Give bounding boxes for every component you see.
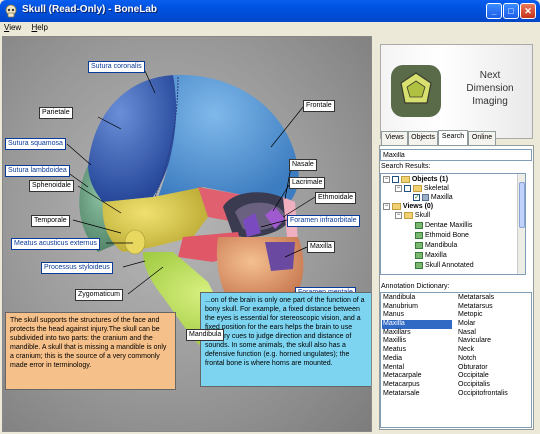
label-frontale[interactable]: Frontale: [303, 100, 335, 112]
label-maxilla[interactable]: Maxilla: [307, 241, 335, 253]
dictionary-item[interactable]: Obturator: [457, 364, 531, 373]
dictionary-item[interactable]: Occipitale: [457, 372, 531, 381]
right-panel: Next Dimension Imaging Views Objects Searc…: [375, 36, 538, 432]
dictionary-item[interactable]: Metopic: [457, 311, 531, 320]
annotation-dictionary-list[interactable]: Mandibula Manubrium Manus Maxilla Maxillars M…: [380, 292, 532, 428]
tree-node-skull[interactable]: − Skull: [395, 211, 430, 220]
checkbox-checked-icon[interactable]: ✓: [413, 193, 420, 201]
view-icon: [415, 221, 423, 229]
dictionary-item[interactable]: Metatarsals: [457, 294, 531, 303]
search-results-label: Search Results:: [381, 163, 431, 170]
tab-online[interactable]: Online: [468, 131, 496, 145]
dictionary-item[interactable]: Maxilla: [382, 320, 452, 329]
app-icon: [5, 4, 17, 18]
dictionary-item[interactable]: Meatus: [382, 346, 452, 355]
label-meatus-acusticus-externus[interactable]: Meatus acusticus externus: [11, 238, 100, 250]
maximize-button[interactable]: □: [503, 3, 519, 19]
annotation-dictionary-label: Annotation Dictionary:: [381, 283, 450, 290]
logo-text: Next Dimension Imaging: [466, 70, 514, 107]
tab-search[interactable]: Search: [438, 130, 468, 145]
dictionary-item[interactable]: Metacarpale: [382, 372, 452, 381]
tree-node-skeletal[interactable]: − Skeletal: [395, 184, 449, 193]
dictionary-item[interactable]: Media: [382, 355, 452, 364]
dictionary-item[interactable]: Manus: [382, 311, 452, 320]
dictionary-item[interactable]: Metatarsale: [382, 390, 452, 399]
dictionary-item[interactable]: Notch: [457, 355, 531, 364]
folder-icon: [412, 184, 422, 192]
dictionary-item[interactable]: Neck: [457, 346, 531, 355]
view-icon: [415, 231, 423, 239]
view-icon: [415, 261, 423, 269]
checkbox[interactable]: [391, 175, 399, 183]
tree-node-objects[interactable]: − Objects (1): [383, 175, 448, 184]
label-nasale[interactable]: Nasale: [289, 159, 317, 171]
tab-views[interactable]: Views: [381, 131, 408, 145]
tree-node-maxilla-object[interactable]: ✓ Maxilla: [413, 193, 453, 202]
tree-scroll-thumb[interactable]: [519, 182, 525, 228]
tree-scrollbar[interactable]: [517, 174, 525, 274]
tree-node-view-item[interactable]: Mandibula: [415, 241, 457, 250]
view-icon: [415, 241, 423, 249]
label-zygomaticum[interactable]: Zygomaticum: [75, 289, 124, 301]
close-button[interactable]: ✕: [520, 3, 536, 19]
menu-help[interactable]: Help: [27, 22, 51, 33]
folder-icon: [403, 211, 413, 219]
label-lacrimale[interactable]: Lacrimale: [289, 177, 326, 189]
dictionary-item[interactable]: Metatarsus: [457, 303, 531, 312]
tree-node-view-item[interactable]: Dentae Maxillis: [415, 221, 472, 230]
dodecahedron-logo-icon: [391, 65, 441, 117]
minimize-button[interactable]: _: [486, 3, 502, 19]
label-mandibula[interactable]: Mandibula: [186, 329, 225, 341]
label-foramen-infraorbitale[interactable]: Foramen infraorbitale: [287, 215, 360, 227]
menu-view[interactable]: View: [0, 22, 25, 33]
label-temporale[interactable]: Temporale: [31, 215, 70, 227]
description-blue: ...on of the brain is only one part of t…: [200, 292, 371, 387]
tree-node-view-item[interactable]: Ethmoid Bone: [415, 231, 469, 240]
tree-node-views[interactable]: − Views (0): [383, 202, 433, 211]
search-results-tree[interactable]: − Objects (1) − Skeletal ✓ Maxilla − Vie…: [380, 173, 526, 275]
label-sphenoidale[interactable]: Sphenoidale: [29, 180, 74, 192]
title-bar[interactable]: Skull (Read-Only) - BoneLab _ □ ✕: [0, 0, 540, 22]
view-icon: [415, 251, 423, 259]
label-sutura-squamosa[interactable]: Sutura squamosa: [5, 138, 66, 150]
dictionary-column-2: Metatarsals Metatarsus Metopic Molar Nasal Na…: [457, 294, 531, 398]
tree-node-view-item[interactable]: Skull Annotated: [415, 261, 474, 270]
expand-minus-icon[interactable]: −: [395, 184, 402, 192]
skull-3d-viewport[interactable]: Sutura coronalis Parietale Frontale Sutu…: [2, 36, 372, 432]
dictionary-item[interactable]: Occipitalis: [457, 381, 531, 390]
tree-node-view-item[interactable]: Maxilla: [415, 251, 447, 260]
dictionary-item[interactable]: Nasal: [457, 329, 531, 338]
checkbox[interactable]: [403, 184, 411, 192]
label-processus-styloideus[interactable]: Processus styloideus: [41, 262, 113, 274]
folder-icon: [391, 202, 401, 210]
label-ethmoidale[interactable]: Ethmoidale: [315, 192, 357, 204]
dictionary-item[interactable]: Mandibula: [382, 294, 452, 303]
expand-minus-icon[interactable]: −: [395, 211, 402, 219]
dictionary-column-1: Mandibula Manubrium Manus Maxilla Maxillars M…: [382, 294, 452, 398]
dictionary-item[interactable]: Naviculare: [457, 337, 531, 346]
label-sutura-lambdoidea[interactable]: Sutura lambdoidea: [5, 165, 70, 177]
menu-bar: View Help: [0, 22, 540, 36]
expand-minus-icon[interactable]: −: [383, 202, 390, 210]
bone-icon: [421, 193, 429, 201]
dictionary-item[interactable]: Molar: [457, 320, 531, 329]
dictionary-item[interactable]: Maxillars: [382, 329, 452, 338]
search-input[interactable]: [380, 149, 532, 161]
dictionary-item[interactable]: Mental: [382, 364, 452, 373]
tab-objects[interactable]: Objects: [408, 131, 438, 145]
description-orange: The skull supports the structures of the…: [5, 312, 176, 390]
dictionary-item[interactable]: Manubrium: [382, 303, 452, 312]
window-title: Skull (Read-Only) - BoneLab: [22, 4, 158, 15]
label-sutura-coronalis[interactable]: Sutura coronalis: [88, 61, 145, 73]
logo-banner: Next Dimension Imaging: [380, 44, 533, 139]
dictionary-item[interactable]: Maxillis: [382, 337, 452, 346]
label-parietale[interactable]: Parietale: [39, 107, 73, 119]
folder-icon: [400, 175, 410, 183]
dictionary-item[interactable]: Occipitofrontalis: [457, 390, 531, 399]
dictionary-item[interactable]: Metacarpus: [382, 381, 452, 390]
expand-minus-icon[interactable]: −: [383, 175, 390, 183]
